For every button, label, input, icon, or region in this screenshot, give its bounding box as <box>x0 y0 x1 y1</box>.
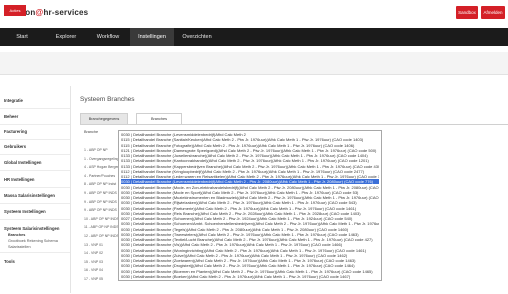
sidebar-item-integratie[interactable]: Integratie <box>4 98 23 103</box>
logo-accent-text: hr-services <box>43 8 89 17</box>
branche-listbox[interactable]: 0030 | Detailhandel Branche (Levensmidde… <box>118 130 382 281</box>
nav-workflow[interactable]: Workflow <box>90 28 126 46</box>
left-column-item[interactable]: 4 - Partner/Pouches <box>84 174 115 178</box>
sidebar-item-systeem-salarisinstellingen[interactable]: Systeem Salarisinstellingen <box>4 226 59 231</box>
left-column-item[interactable]: 17 - VNP 05 <box>84 277 103 281</box>
nav-instellingen[interactable]: Instellingen <box>130 28 174 46</box>
sidebar-item-systeem-instellingen[interactable]: Systeem Instellingen <box>4 209 46 214</box>
sidebar-subitem-branches[interactable]: Branches <box>8 233 25 237</box>
sidebar-divider <box>0 252 70 253</box>
left-column-item[interactable]: 16 - VNP 04 <box>84 268 103 272</box>
listbox-option[interactable]: 0030 | Detailhandel Branche (Boeken)(Afh… <box>121 274 379 279</box>
sidebar-divider <box>0 108 70 109</box>
sidebar-subitem-grootboek[interactable]: Grootboek Rekening Schema <box>8 239 58 243</box>
sidebar-subitem-salarisstellen[interactable]: Salarisstellen <box>8 245 31 249</box>
main-nav: Start Explorer Workflow Instellingen Ove… <box>0 28 508 46</box>
nav-start[interactable]: Start <box>6 28 38 46</box>
sidebar-divider <box>0 154 70 155</box>
sidebar-item-global-instellingen[interactable]: Global Instellingen <box>4 160 41 165</box>
sidebar-divider <box>0 203 70 204</box>
logout-button[interactable]: Afmelden <box>481 6 505 19</box>
left-column-item[interactable]: 15 - VNP 03 <box>84 260 103 264</box>
sidebar: Integratie Beheer Facturering Gebruikers… <box>0 86 71 293</box>
nav-overzichten[interactable]: Overzichten <box>176 28 218 46</box>
left-column-item[interactable]: 13 - VNP 01 <box>84 243 103 247</box>
page-title: Systeem Branches <box>80 96 135 103</box>
left-column-item[interactable]: 9 - ABP OP NP INDS <box>84 200 117 204</box>
sidebar-item-massa-salarisinstellingen[interactable]: Massa Salarisinstellingen <box>4 193 55 198</box>
sidebar-item-beheer[interactable]: Beheer <box>4 114 18 119</box>
left-column-list: 1 - ABP OP NP 1 - Overgangsregeling 4 - AS… <box>84 148 119 290</box>
left-column-item[interactable]: 12 - ABP OP NP INDS <box>84 234 119 238</box>
left-column-item[interactable]: 9 - ABP OP NP INDS <box>84 208 117 212</box>
sidebar-item-gebruikers[interactable]: Gebruikers <box>4 144 26 149</box>
sidebar-item-tools[interactable]: Tools <box>4 259 15 264</box>
sidebar-divider <box>0 139 70 140</box>
actions-button[interactable]: Acties <box>4 5 26 16</box>
nav-explorer[interactable]: Explorer <box>48 28 84 46</box>
sidebar-divider <box>0 124 70 125</box>
left-column-item[interactable]: 10 - ABP OP NP INDS <box>84 217 119 221</box>
left-column-item[interactable]: 11 - ABP OP NP INDS <box>84 225 119 229</box>
left-column-item[interactable]: 1 - Overgangsregeling <box>84 157 119 161</box>
branche-label: Branche <box>84 130 99 134</box>
sandbox-button[interactable]: Sandbox <box>456 6 478 19</box>
sidebar-divider <box>0 219 70 220</box>
sidebar-divider <box>0 170 70 171</box>
left-column-item[interactable]: 4 - ASP Hogan Bergen <box>84 165 119 169</box>
sidebar-item-hr-instellingen[interactable]: HR Instellingen <box>4 177 34 182</box>
sidebar-item-facturering[interactable]: Facturering <box>4 129 27 134</box>
sidebar-divider <box>0 187 70 188</box>
left-column-item[interactable]: 14 - VNP 02 <box>84 251 103 255</box>
left-column-item[interactable]: 9 - ABP OP NP INDS <box>84 191 117 195</box>
left-column-item[interactable]: 8 - ABP OP NP Indst <box>84 182 116 186</box>
action-bar <box>0 52 508 75</box>
left-column-item[interactable]: 1 - ABP OP NP <box>84 148 108 152</box>
